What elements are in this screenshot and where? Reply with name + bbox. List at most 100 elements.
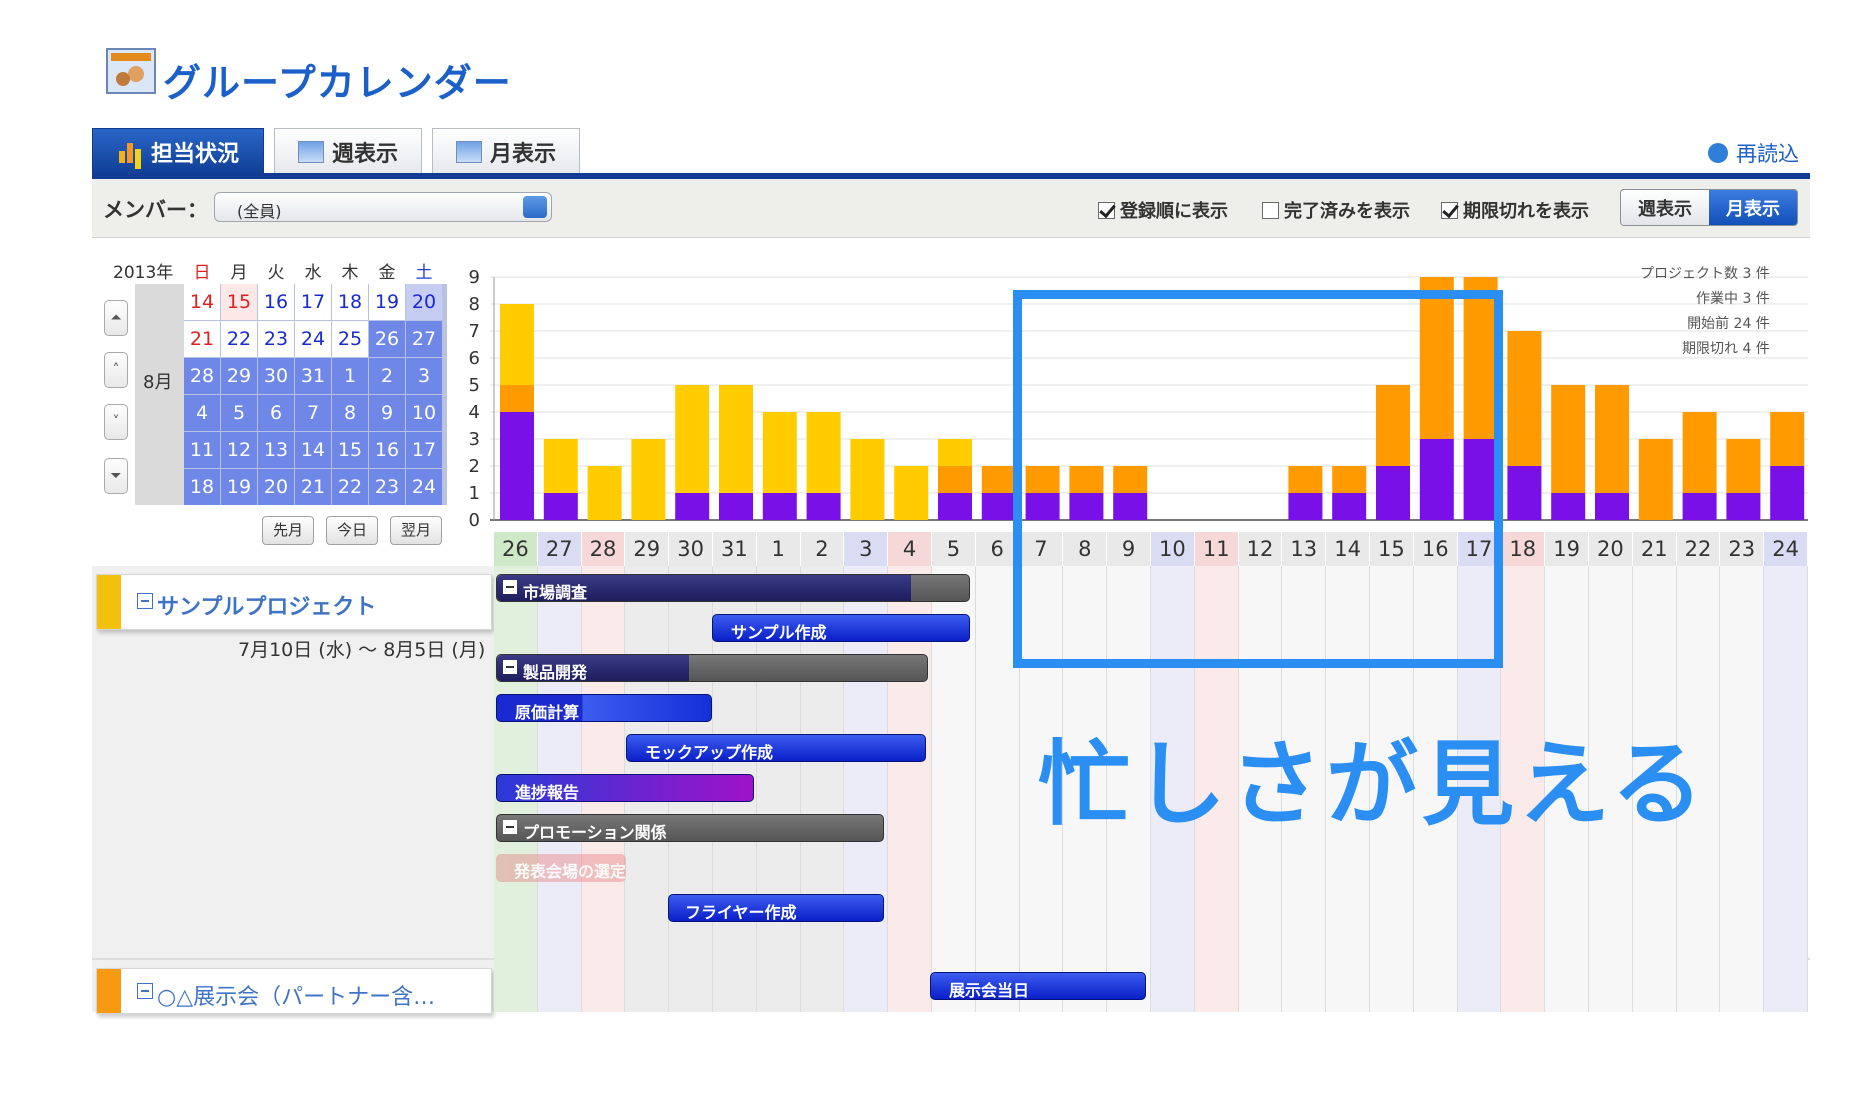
chart-bar-segment [1770, 466, 1805, 520]
calendar-day[interactable]: 5 [221, 395, 257, 431]
calendar-day[interactable]: 14 [295, 432, 331, 468]
day-header-cell: 24 [1764, 532, 1808, 566]
calendar-icon [455, 140, 482, 163]
checkbox-show-expired[interactable]: 期限切れを表示 [1441, 197, 1589, 223]
calendar-day[interactable]: 1 [332, 358, 368, 394]
calendar-day[interactable]: 28 [184, 358, 220, 394]
chart-bar-segment [1726, 439, 1761, 493]
calendar-day[interactable]: 19 [221, 469, 257, 505]
chart-bar-segment [1770, 412, 1805, 466]
task-group-promotion[interactable]: プロモーション関係 [496, 814, 884, 842]
project-color-tab [97, 969, 121, 1013]
tab-week-view[interactable]: 週表示 [274, 128, 422, 174]
task-sample-creation[interactable]: サンプル作成 [712, 614, 970, 642]
task-exhibition-day[interactable]: 展示会当日 [930, 972, 1146, 1000]
calendar-day[interactable]: 19 [369, 284, 405, 320]
calendar-app-icon [106, 48, 156, 94]
chevron-up-icon: ˄ [112, 362, 120, 378]
calendar-day[interactable]: 8 [332, 395, 368, 431]
project-color-tab [97, 575, 121, 629]
chart-bar-segment [806, 412, 841, 493]
calendar-prev-page-button[interactable]: ⏶ [104, 300, 128, 336]
task-venue-selection[interactable]: 発表会場の選定 [496, 854, 626, 882]
calendar-day[interactable]: 21 [184, 321, 220, 357]
tab-assignment-status[interactable]: 担当状況 [92, 128, 264, 174]
calendar-next-page-button[interactable]: ⏷ [104, 458, 128, 494]
select-arrow-icon [523, 196, 547, 218]
calendar-day[interactable]: 27 [406, 321, 442, 357]
calendar-day[interactable]: 15 [332, 432, 368, 468]
chart-bar-segment [806, 493, 841, 520]
checkbox-registration-order[interactable]: 登録順に表示 [1098, 197, 1228, 223]
calendar-day[interactable]: 25 [332, 321, 368, 357]
today-button[interactable]: 今日 [326, 516, 378, 545]
calendar-day[interactable]: 17 [406, 432, 442, 468]
calendar-icon [297, 140, 324, 163]
calendar-day[interactable]: 20 [406, 284, 442, 320]
next-month-button[interactable]: 翌月 [390, 516, 442, 545]
calendar-day[interactable]: 23 [258, 321, 294, 357]
project-exhibition[interactable]: ○△展示会（パートナー含… [96, 968, 492, 1014]
task-cost-calculation[interactable]: 原価計算 [496, 694, 712, 722]
calendar-day[interactable]: 3 [406, 358, 442, 394]
toggle-week-button[interactable]: 週表示 [1621, 190, 1709, 225]
calendar-day[interactable]: 29 [221, 358, 257, 394]
calendar-day[interactable]: 9 [369, 395, 405, 431]
calendar-day[interactable]: 18 [184, 469, 220, 505]
task-progress-report[interactable]: 進捗報告 [496, 774, 754, 802]
calendar-next-week-button[interactable]: ˅ [104, 404, 128, 440]
calendar-day[interactable]: 23 [369, 469, 405, 505]
collapse-icon[interactable] [503, 660, 517, 674]
task-group-market-research[interactable]: 市場調査 [496, 574, 970, 602]
chart-bar-segment [675, 493, 710, 520]
calendar-day[interactable]: 14 [184, 284, 220, 320]
calendar-day[interactable]: 22 [221, 321, 257, 357]
chart-bar-segment [719, 493, 753, 520]
calendar-day[interactable]: 7 [295, 395, 331, 431]
task-flyer-creation[interactable]: フライヤー作成 [668, 894, 884, 922]
collapse-icon[interactable] [137, 593, 153, 609]
day-header-cell: 31 [713, 532, 757, 566]
toggle-month-button[interactable]: 月表示 [1709, 190, 1797, 225]
calendar-day[interactable]: 10 [406, 395, 442, 431]
member-select[interactable]: (全員) [214, 192, 552, 222]
project-date-range: 7月10日 (水) 〜 8月5日 (月) [238, 639, 486, 661]
day-header-cell: 20 [1589, 532, 1633, 566]
calendar-day[interactable]: 16 [258, 284, 294, 320]
collapse-icon[interactable] [503, 820, 517, 834]
calendar-day[interactable]: 15 [221, 284, 257, 320]
calendar-day[interactable]: 22 [332, 469, 368, 505]
checkbox-empty-icon [1262, 201, 1279, 219]
calendar-day[interactable]: 6 [258, 395, 294, 431]
collapse-icon[interactable] [503, 580, 517, 594]
task-mockup-creation[interactable]: モックアップ作成 [626, 734, 926, 762]
calendar-day[interactable]: 11 [184, 432, 220, 468]
project-sample[interactable]: サンプルプロジェクト [96, 574, 492, 630]
checkbox-show-completed[interactable]: 完了済みを表示 [1262, 197, 1410, 223]
calendar-day[interactable]: 26 [369, 321, 405, 357]
calendar-day[interactable]: 2 [369, 358, 405, 394]
calendar-day[interactable]: 24 [406, 469, 442, 505]
calendar-day[interactable]: 21 [295, 469, 331, 505]
day-header-cell: 29 [625, 532, 670, 566]
calendar-prev-week-button[interactable]: ˄ [104, 352, 128, 388]
collapse-icon[interactable] [137, 983, 153, 999]
calendar-day[interactable]: 18 [332, 284, 368, 320]
calendar-day[interactable]: 24 [295, 321, 331, 357]
prev-month-button[interactable]: 先月 [262, 516, 314, 545]
calendar-day[interactable]: 12 [221, 432, 257, 468]
reload-button[interactable]: 再読込 [1708, 138, 1799, 168]
tab-month-view[interactable]: 月表示 [432, 128, 580, 174]
chart-bar-segment [1682, 493, 1717, 520]
day-header-cell: 2 [800, 532, 845, 566]
calendar-day[interactable]: 20 [258, 469, 294, 505]
calendar-day[interactable]: 17 [295, 284, 331, 320]
chart-bar-segment [850, 439, 885, 520]
calendar-day[interactable]: 13 [258, 432, 294, 468]
calendar-day[interactable]: 31 [295, 358, 331, 394]
task-group-product-development[interactable]: 製品開発 [496, 654, 928, 682]
chart-bar-segment [1726, 493, 1761, 520]
calendar-day[interactable]: 30 [258, 358, 294, 394]
calendar-day[interactable]: 4 [184, 395, 220, 431]
calendar-day[interactable]: 16 [369, 432, 405, 468]
